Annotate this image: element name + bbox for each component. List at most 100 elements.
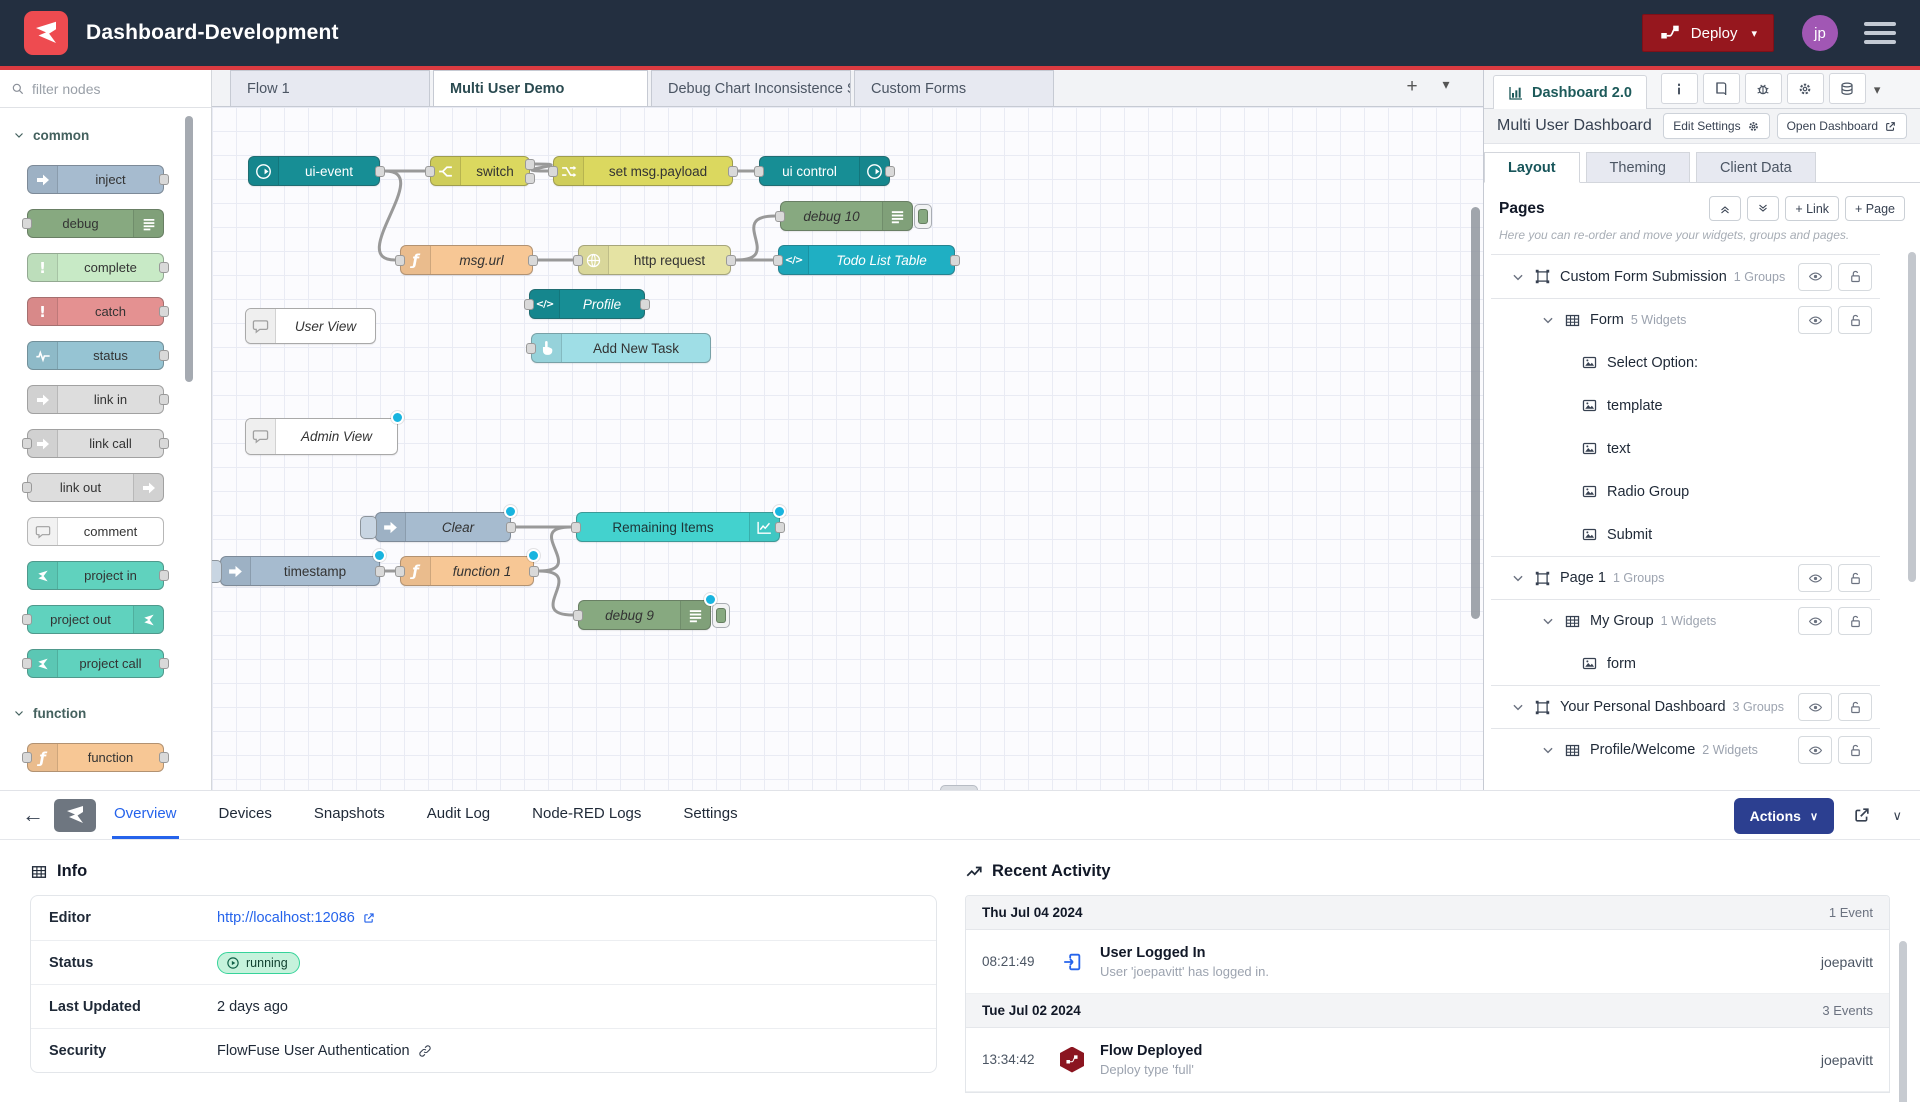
palette-search[interactable]: [0, 70, 211, 108]
flow-tab-Custom-Forms[interactable]: Custom Forms: [854, 70, 1054, 106]
input-port[interactable]: [775, 211, 785, 222]
chevron-down-icon[interactable]: [1541, 614, 1555, 628]
lock-button[interactable]: [1838, 736, 1872, 764]
collapse-panel-icon[interactable]: ∨: [1892, 808, 1902, 824]
search-input[interactable]: [32, 81, 172, 97]
palette-node-complete[interactable]: !complete: [27, 253, 164, 282]
tree-row-template[interactable]: template: [1491, 384, 1880, 427]
flow-list-caret-icon[interactable]: ▾: [1433, 76, 1459, 93]
debug-toggle-button[interactable]: [712, 603, 730, 628]
avatar[interactable]: jp: [1802, 15, 1838, 51]
instance-tab-devices[interactable]: Devices: [217, 791, 274, 839]
open-dashboard-button[interactable]: Open Dashboard: [1777, 113, 1907, 139]
input-port[interactable]: [524, 299, 534, 310]
output-port[interactable]: [775, 522, 785, 533]
visibility-button[interactable]: [1798, 607, 1832, 635]
input-port[interactable]: [548, 166, 558, 177]
output-port[interactable]: [728, 166, 738, 177]
tab-theming[interactable]: Theming: [1586, 152, 1690, 183]
output-port[interactable]: [159, 658, 169, 669]
output-port[interactable]: [375, 166, 385, 177]
tree-row-custom-form-submission[interactable]: Custom Form Submission1 Groups: [1491, 255, 1880, 298]
actions-button[interactable]: Actions ∨: [1734, 798, 1834, 834]
node-ui-event[interactable]: ui-event: [248, 156, 380, 186]
node-msg.url[interactable]: ƒmsg.url: [400, 245, 533, 275]
tree-row-page-1[interactable]: Page 11 Groups: [1491, 556, 1880, 599]
tree-row-select-option-[interactable]: Select Option:: [1491, 341, 1880, 384]
wire[interactable]: [736, 216, 775, 260]
node-Profile[interactable]: </>Profile: [529, 289, 645, 319]
inject-button[interactable]: [212, 560, 222, 583]
output-port[interactable]: [159, 438, 169, 449]
lock-button[interactable]: [1838, 693, 1872, 721]
chevron-down-icon[interactable]: [1511, 571, 1525, 585]
input-port[interactable]: [573, 255, 583, 266]
instance-tab-snapshots[interactable]: Snapshots: [312, 791, 387, 839]
output-port[interactable]: [159, 752, 169, 763]
input-port[interactable]: [22, 752, 32, 763]
output-port-1[interactable]: [525, 159, 535, 170]
input-port[interactable]: [395, 566, 405, 577]
lock-button[interactable]: [1838, 306, 1872, 334]
node-User-View[interactable]: User View: [245, 308, 376, 344]
input-port[interactable]: [425, 166, 435, 177]
deploy-button[interactable]: Deploy ▾: [1642, 14, 1774, 52]
info-sidebar-button[interactable]: [1661, 73, 1698, 104]
activity-event[interactable]: 13:34:42Flow DeployedDeploy type 'full'j…: [966, 1028, 1889, 1092]
palette-node-inject[interactable]: inject: [27, 165, 164, 194]
instance-tab-node-red-logs[interactable]: Node-RED Logs: [530, 791, 643, 839]
lock-button[interactable]: [1838, 607, 1872, 635]
tree-row-profile-welcome[interactable]: Profile/Welcome2 Widgets: [1491, 728, 1880, 771]
palette-node-catch[interactable]: !catch: [27, 297, 164, 326]
input-port[interactable]: [22, 438, 32, 449]
editor-link[interactable]: http://localhost:12086: [217, 910, 376, 926]
lock-button[interactable]: [1838, 263, 1872, 291]
palette-scrollbar[interactable]: [185, 116, 193, 382]
instance-tab-audit-log[interactable]: Audit Log: [425, 791, 492, 839]
activity-event[interactable]: 08:21:49User Logged InUser 'joepavitt' h…: [966, 930, 1889, 994]
inject-button[interactable]: [360, 516, 377, 539]
tree-row-form[interactable]: form: [1491, 642, 1880, 685]
canvas-scrollbar[interactable]: [1471, 207, 1480, 619]
input-port[interactable]: [573, 610, 583, 621]
palette-node-debug[interactable]: debug: [27, 209, 164, 238]
visibility-button[interactable]: [1798, 263, 1832, 291]
sidebar-caret-icon[interactable]: ▾: [1874, 82, 1881, 98]
palette-section-common[interactable]: common: [0, 120, 211, 150]
palette-section-function[interactable]: function: [0, 698, 211, 728]
deploy-caret-icon[interactable]: ▾: [1751, 27, 1757, 40]
hamburger-menu-icon[interactable]: [1864, 22, 1896, 44]
tree-row-form[interactable]: Form5 Widgets: [1491, 298, 1880, 341]
tab-client-data[interactable]: Client Data: [1696, 152, 1816, 183]
flow-canvas[interactable]: ui-eventswitchset msg.payloadui controld…: [212, 107, 1483, 790]
output-port[interactable]: [506, 522, 516, 533]
node-debug-9[interactable]: debug 9: [578, 600, 711, 630]
flow-tab-Multi-User-Demo[interactable]: Multi User Demo: [433, 70, 648, 106]
palette-node-link-call[interactable]: link call: [27, 429, 164, 458]
instance-tab-settings[interactable]: Settings: [681, 791, 739, 839]
palette-node-comment[interactable]: comment: [27, 517, 164, 546]
collapse-all-button[interactable]: [1709, 196, 1741, 221]
add-link-button[interactable]: + Link: [1785, 196, 1839, 221]
palette-node-function[interactable]: ƒfunction: [27, 743, 164, 772]
open-editor-icon[interactable]: [1852, 805, 1872, 825]
output-port[interactable]: [159, 174, 169, 185]
chevron-down-icon[interactable]: [1541, 743, 1555, 757]
visibility-button[interactable]: [1798, 693, 1832, 721]
context-sidebar-button[interactable]: [1829, 73, 1866, 104]
input-port[interactable]: [526, 343, 536, 354]
debug-toggle-button[interactable]: [914, 204, 932, 229]
node-http-request[interactable]: http request: [578, 245, 731, 275]
palette-node-project-in[interactable]: project in: [27, 561, 164, 590]
flow-tab-Debug-Chart-Inconsistence-S[interactable]: Debug Chart Inconsistence S: [651, 70, 851, 106]
node-Remaining-Items[interactable]: Remaining Items: [576, 512, 780, 542]
node-ui-control[interactable]: ui control: [759, 156, 890, 186]
wire[interactable]: [539, 571, 573, 615]
chevron-down-icon[interactable]: [1511, 270, 1525, 284]
tree-row-text[interactable]: text: [1491, 427, 1880, 470]
input-port[interactable]: [22, 218, 32, 229]
input-port[interactable]: [773, 255, 783, 266]
tree-row-submit[interactable]: Submit: [1491, 513, 1880, 556]
palette-node-link-out[interactable]: link out: [27, 473, 164, 502]
wire[interactable]: [539, 527, 571, 571]
